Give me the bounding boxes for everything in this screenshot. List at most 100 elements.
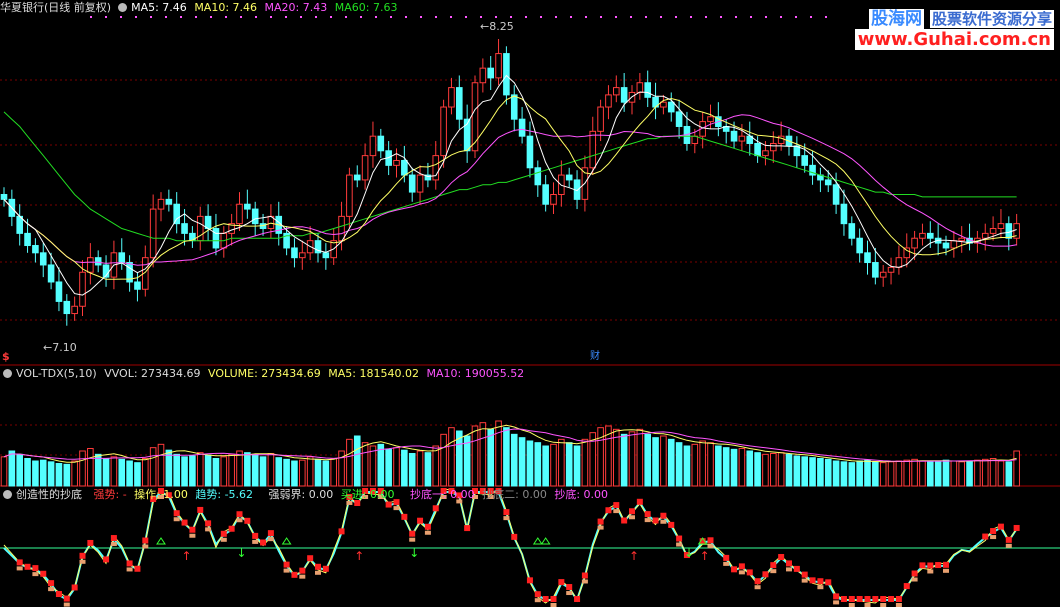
volume-bar — [47, 461, 55, 487]
strength-block — [895, 596, 902, 602]
volume-bar — [24, 458, 31, 487]
strength-block — [982, 533, 989, 540]
vol-ma10-label: MA10: 190055.52 — [426, 367, 525, 380]
top-dot — [795, 16, 797, 18]
volume-bar — [620, 433, 628, 487]
weak-block — [393, 506, 400, 511]
top-dot — [150, 16, 152, 18]
candle-body — [856, 237, 863, 254]
watermark-logo: 股海网 股票软件资源分享 www.Guhai.com.cn — [854, 4, 1054, 50]
top-dot — [735, 16, 737, 18]
signal-arrow: ↑ — [354, 549, 364, 563]
settings-gear-icon[interactable] — [118, 3, 128, 12]
volume-bar — [149, 447, 157, 487]
volume-bar — [856, 460, 863, 487]
strength-block — [778, 554, 785, 561]
strength-block — [40, 570, 47, 577]
volume-bar — [801, 456, 809, 487]
top-dot — [555, 16, 557, 18]
strength-block — [911, 570, 918, 577]
strength-block — [550, 596, 557, 602]
volume-bar — [683, 445, 691, 487]
top-dot — [705, 16, 707, 18]
candle-body — [94, 257, 102, 266]
candle-body — [353, 174, 361, 181]
volume-bar — [346, 438, 353, 487]
volume-bar — [416, 450, 424, 487]
weak-block — [48, 587, 55, 592]
volume-bar — [652, 437, 659, 487]
strength-block — [660, 512, 667, 519]
weak-block — [252, 539, 259, 544]
volume-bar — [181, 456, 188, 487]
candle-body — [510, 94, 518, 120]
strength-block — [338, 528, 345, 535]
top-dot — [255, 16, 257, 18]
candle-body — [448, 87, 455, 108]
strength-block — [676, 535, 683, 542]
qushi-label: 趋势: -5.62 — [195, 488, 254, 501]
volume-bar — [102, 458, 110, 487]
candle-body — [16, 215, 23, 234]
volume-bar — [777, 452, 785, 487]
weak-block — [173, 517, 180, 522]
top-dot — [525, 16, 527, 18]
strength-block — [762, 571, 769, 578]
finance-event-marker[interactable]: 财 — [590, 349, 600, 365]
strength-block — [205, 520, 212, 527]
volume-bar — [762, 453, 769, 487]
strength-block — [786, 560, 792, 567]
strength-block — [432, 505, 439, 512]
candle-body — [440, 106, 447, 157]
volume-bar — [770, 453, 777, 487]
volume-bar — [550, 443, 557, 487]
candle-body — [456, 87, 463, 120]
candle-body — [770, 142, 777, 152]
vol-indicator-name: VOL-TDX(5,10) — [16, 367, 97, 380]
strength-block — [417, 517, 424, 524]
strength-block — [935, 562, 942, 569]
event-marker-s[interactable]: $ — [2, 349, 10, 365]
candle-body — [173, 203, 180, 225]
candle-body — [636, 82, 644, 93]
volume-settings-gear-icon[interactable] — [3, 369, 12, 378]
candle-body — [134, 281, 141, 290]
strength-block — [24, 563, 31, 570]
volume-bar — [79, 450, 86, 487]
volume-bar — [848, 462, 856, 487]
candle-body — [526, 135, 534, 169]
volume-bar — [8, 450, 16, 487]
volume-bar — [518, 437, 526, 487]
candle-body — [864, 252, 871, 264]
volume-bar — [157, 443, 165, 487]
volume-bar — [1005, 461, 1013, 487]
volume-bar — [667, 438, 675, 487]
volume-bar — [636, 428, 644, 487]
strength-block — [856, 596, 863, 602]
volume-bar — [424, 452, 432, 487]
volume-bar — [71, 460, 78, 487]
top-dot — [750, 16, 752, 18]
weak-block — [1005, 543, 1012, 548]
top-dot — [810, 16, 812, 18]
weak-block — [299, 574, 306, 579]
weak-block — [63, 602, 70, 607]
candle-body — [879, 271, 887, 278]
weak-block — [770, 569, 777, 574]
volume-ma5-line — [3, 424, 1017, 463]
buy-signal-triangle — [281, 537, 292, 545]
strength-block — [943, 561, 949, 568]
top-dot — [225, 16, 227, 18]
high-price-annotation: ←8.25 — [480, 20, 514, 33]
ma10-label: MA10: 7.46 — [194, 1, 258, 14]
volume-label: VOLUME: 273434.69 — [208, 367, 321, 380]
indicator-settings-gear-icon[interactable] — [3, 490, 12, 499]
candle-body — [39, 252, 47, 266]
volume-panel-header: VOL-TDX(5,10) VVOL: 273434.69 VOLUME: 27… — [0, 366, 528, 382]
strength-block — [652, 517, 659, 524]
volume-bar — [393, 447, 400, 487]
strength-block — [825, 579, 832, 586]
candle-body — [377, 135, 385, 152]
weak-block — [126, 567, 133, 572]
strength-block — [888, 596, 895, 602]
